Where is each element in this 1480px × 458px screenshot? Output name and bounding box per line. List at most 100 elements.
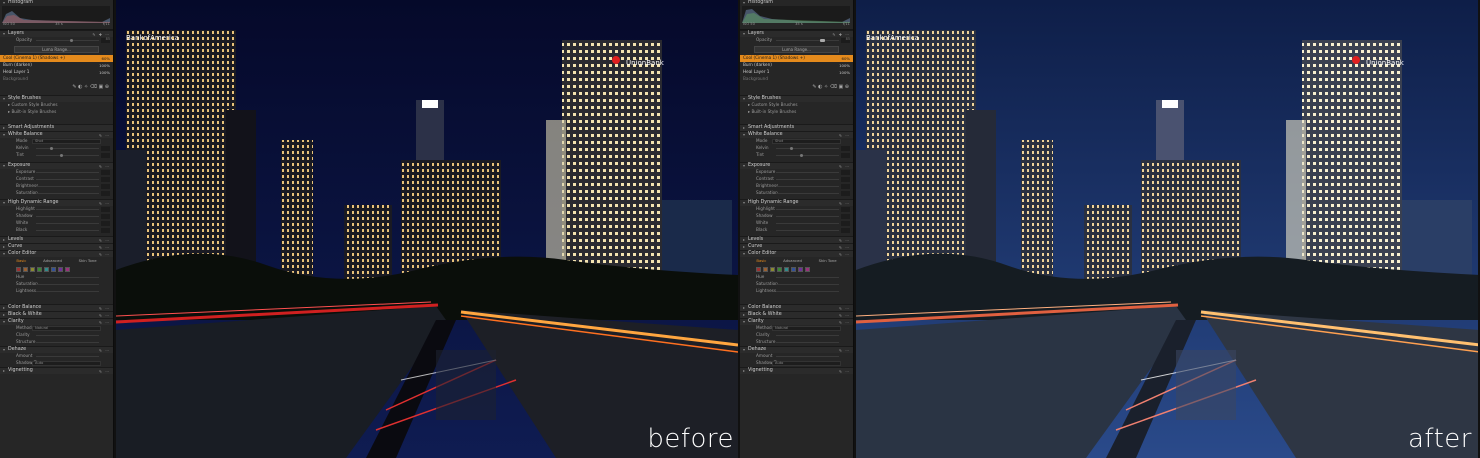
vignetting-header[interactable]: ▸ Vignetting ✎ ⋯ — [740, 367, 853, 374]
slider-value[interactable] — [841, 228, 850, 233]
wb-mode-row: Mode Shot — [0, 138, 113, 145]
slider-value[interactable] — [841, 214, 850, 219]
wb-mode-dropdown[interactable]: Shot — [32, 139, 101, 144]
color-balance-header[interactable]: ▸ Color Balance ✎ ⋯ — [740, 304, 853, 311]
slider-value[interactable] — [101, 207, 110, 212]
slider-value[interactable] — [841, 170, 850, 175]
kelvin-slider[interactable] — [790, 146, 793, 150]
layer-tools[interactable]: ✎ ✚ ⋯ — [832, 32, 850, 37]
union-bank-sign: UnionBank — [626, 59, 665, 67]
section-title: Color Editor — [8, 250, 37, 256]
tint-value[interactable] — [101, 153, 110, 158]
color-swatches[interactable] — [740, 265, 853, 274]
hdr-header[interactable]: ▾ High Dynamic Range ✎ ⋯ — [0, 199, 113, 206]
color-editor-header[interactable]: ▾ Color Editor ✎ ⋯ — [740, 250, 853, 257]
style-brushes-header[interactable]: ▾ Style Brushes — [0, 95, 113, 102]
opacity-value[interactable]: 85 — [841, 37, 850, 43]
section-title: Smart Adjustments — [748, 124, 795, 130]
layer-item[interactable]: Cool (Cinema 1) (Shadows +) 60% — [740, 55, 853, 62]
layer-icon-toolbar[interactable]: ✎ ◐ ✧ ⌫ ▣ ⊕ — [0, 83, 113, 92]
style-brush-item[interactable]: ▸ Built-in Style Brushes — [0, 109, 113, 116]
slider-value[interactable] — [101, 214, 110, 219]
black-white-header[interactable]: ▸ Black & White ✎ ⋯ — [740, 311, 853, 318]
kelvin-slider[interactable] — [50, 146, 53, 150]
clarity-header[interactable]: ▾ Clarity ✎ ⋯ — [740, 318, 853, 325]
curve-header[interactable]: ▸ Curve ✎ ⋯ — [0, 243, 113, 250]
slider-value[interactable] — [841, 191, 850, 196]
slider-value[interactable] — [841, 177, 850, 182]
luma-range-button[interactable]: Luma Range... — [754, 46, 839, 53]
tint-value[interactable] — [841, 153, 850, 158]
white-balance-header[interactable]: ▾ White Balance ✎ ⋯ — [740, 131, 853, 138]
slider-value[interactable] — [841, 207, 850, 212]
white-balance-header[interactable]: ▾ White Balance ✎ ⋯ — [0, 131, 113, 138]
tab-advanced[interactable]: Advanced — [43, 259, 62, 263]
vignetting-header[interactable]: ▸ Vignetting ✎ ⋯ — [0, 367, 113, 374]
tab-basic[interactable]: Basic — [16, 259, 26, 263]
exposure-header[interactable]: ▾ Exposure ✎ ⋯ — [0, 162, 113, 169]
layers-header[interactable]: ▾ Layers ✎ ✚ ⋯ — [0, 30, 113, 37]
histogram: ▾ Histogram ISO 50 35 s f/11 — [0, 0, 113, 30]
section-title: Curve — [8, 243, 23, 249]
kelvin-value[interactable] — [101, 146, 110, 151]
layer-item[interactable]: Cool (Cinema 1) (Shadows +) 60% — [0, 55, 113, 62]
clarity-method-dropdown[interactable]: Natural — [772, 326, 841, 331]
layers-header[interactable]: ▾ Layers ✎ ✚ ⋯ — [740, 30, 853, 37]
opacity-slider[interactable] — [820, 38, 825, 42]
kelvin-value[interactable] — [841, 146, 850, 151]
layer-tools[interactable]: ✎ ✚ ⋯ — [92, 32, 110, 37]
tab-skin-tone[interactable]: Skin Tone — [819, 259, 837, 263]
style-brush-item[interactable]: ▸ Custom Style Brushes — [740, 102, 853, 109]
smart-adjustments-header[interactable]: ▸ Smart Adjustments — [0, 124, 113, 131]
tab-advanced[interactable]: Advanced — [783, 259, 802, 263]
slider-value[interactable] — [841, 184, 850, 189]
levels-header[interactable]: ▸ Levels ✎ ⋯ — [0, 236, 113, 243]
tab-skin-tone[interactable]: Skin Tone — [79, 259, 97, 263]
style-brushes-title: Style Brushes — [748, 95, 781, 101]
slider-value[interactable] — [101, 184, 110, 189]
color-swatches[interactable] — [0, 265, 113, 274]
tint-slider[interactable] — [800, 153, 803, 157]
before-photo: BankofAmerica UnionBank before — [116, 0, 738, 458]
slider-value[interactable] — [101, 191, 110, 196]
opacity-slider[interactable] — [70, 38, 73, 42]
curve-header[interactable]: ▸ Curve ✎ ⋯ — [740, 243, 853, 250]
layer-item[interactable]: Burn (darken) 100% — [0, 62, 113, 69]
layer-item[interactable]: Heal Layer 1 100% — [740, 69, 853, 76]
exposure-header[interactable]: ▾ Exposure ✎ ⋯ — [740, 162, 853, 169]
clarity-header[interactable]: ▾ Clarity ✎ ⋯ — [0, 318, 113, 325]
black-white-header[interactable]: ▸ Black & White ✎ ⋯ — [0, 311, 113, 318]
layer-icon-toolbar[interactable]: ✎ ◐ ✧ ⌫ ▣ ⊕ — [740, 83, 853, 92]
slider-value[interactable] — [101, 221, 110, 226]
style-brushes-header[interactable]: ▾ Style Brushes — [740, 95, 853, 102]
smart-adjustments-header[interactable]: ▸ Smart Adjustments — [740, 124, 853, 131]
dehaze-header[interactable]: ▾ Dehaze ✎ ⋯ — [740, 346, 853, 353]
slider-row: Hue — [740, 274, 853, 281]
tint-slider[interactable] — [60, 153, 63, 157]
slider-value[interactable] — [101, 177, 110, 182]
tab-basic[interactable]: Basic — [756, 259, 766, 263]
layer-item[interactable]: Background — [740, 76, 853, 83]
slider-value[interactable] — [841, 221, 850, 226]
shadow-tone-dropdown[interactable]: Auto — [772, 361, 841, 366]
layer-item[interactable]: Background — [0, 76, 113, 83]
color-balance-header[interactable]: ▸ Color Balance ✎ ⋯ — [0, 304, 113, 311]
luma-range-button[interactable]: Luma Range... — [14, 46, 99, 53]
layer-item[interactable]: Heal Layer 1 100% — [0, 69, 113, 76]
opacity-value[interactable]: 85 — [101, 37, 110, 43]
layer-item[interactable]: Burn (darken) 100% — [740, 62, 853, 69]
chevron-down-icon: ▾ — [3, 31, 6, 36]
hdr-header[interactable]: ▾ High Dynamic Range ✎ ⋯ — [740, 199, 853, 206]
style-brush-item[interactable]: ▸ Built-in Style Brushes — [740, 109, 853, 116]
clarity-method-dropdown[interactable]: Natural — [32, 326, 101, 331]
slider-value[interactable] — [101, 228, 110, 233]
style-brush-item[interactable]: ▸ Custom Style Brushes — [0, 102, 113, 109]
wb-mode-dropdown[interactable]: Shot — [772, 139, 841, 144]
section-title: Dehaze — [748, 346, 767, 352]
color-editor-header[interactable]: ▾ Color Editor ✎ ⋯ — [0, 250, 113, 257]
levels-header[interactable]: ▸ Levels ✎ ⋯ — [740, 236, 853, 243]
chevron-down-icon: ▾ — [743, 31, 746, 36]
shadow-tone-dropdown[interactable]: Auto — [32, 361, 101, 366]
dehaze-header[interactable]: ▾ Dehaze ✎ ⋯ — [0, 346, 113, 353]
slider-value[interactable] — [101, 170, 110, 175]
